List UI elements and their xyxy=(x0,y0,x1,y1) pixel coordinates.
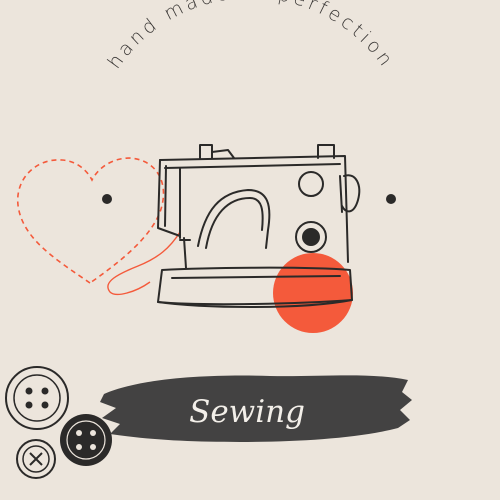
brand-name: Sewing xyxy=(189,394,305,430)
button-icon xyxy=(60,414,112,466)
right-dot xyxy=(386,194,396,204)
button-icon xyxy=(16,439,56,479)
tagline: hand made to perfection xyxy=(103,0,398,73)
logo-artwork: hand made to perfection xyxy=(5,0,412,479)
logo-canvas: hand made to perfection xyxy=(0,0,500,500)
tagline-text: hand made to perfection xyxy=(103,0,395,73)
button-icon xyxy=(5,366,69,430)
left-dot xyxy=(102,194,112,204)
thread-line xyxy=(107,231,181,296)
accent-circle xyxy=(273,253,353,333)
